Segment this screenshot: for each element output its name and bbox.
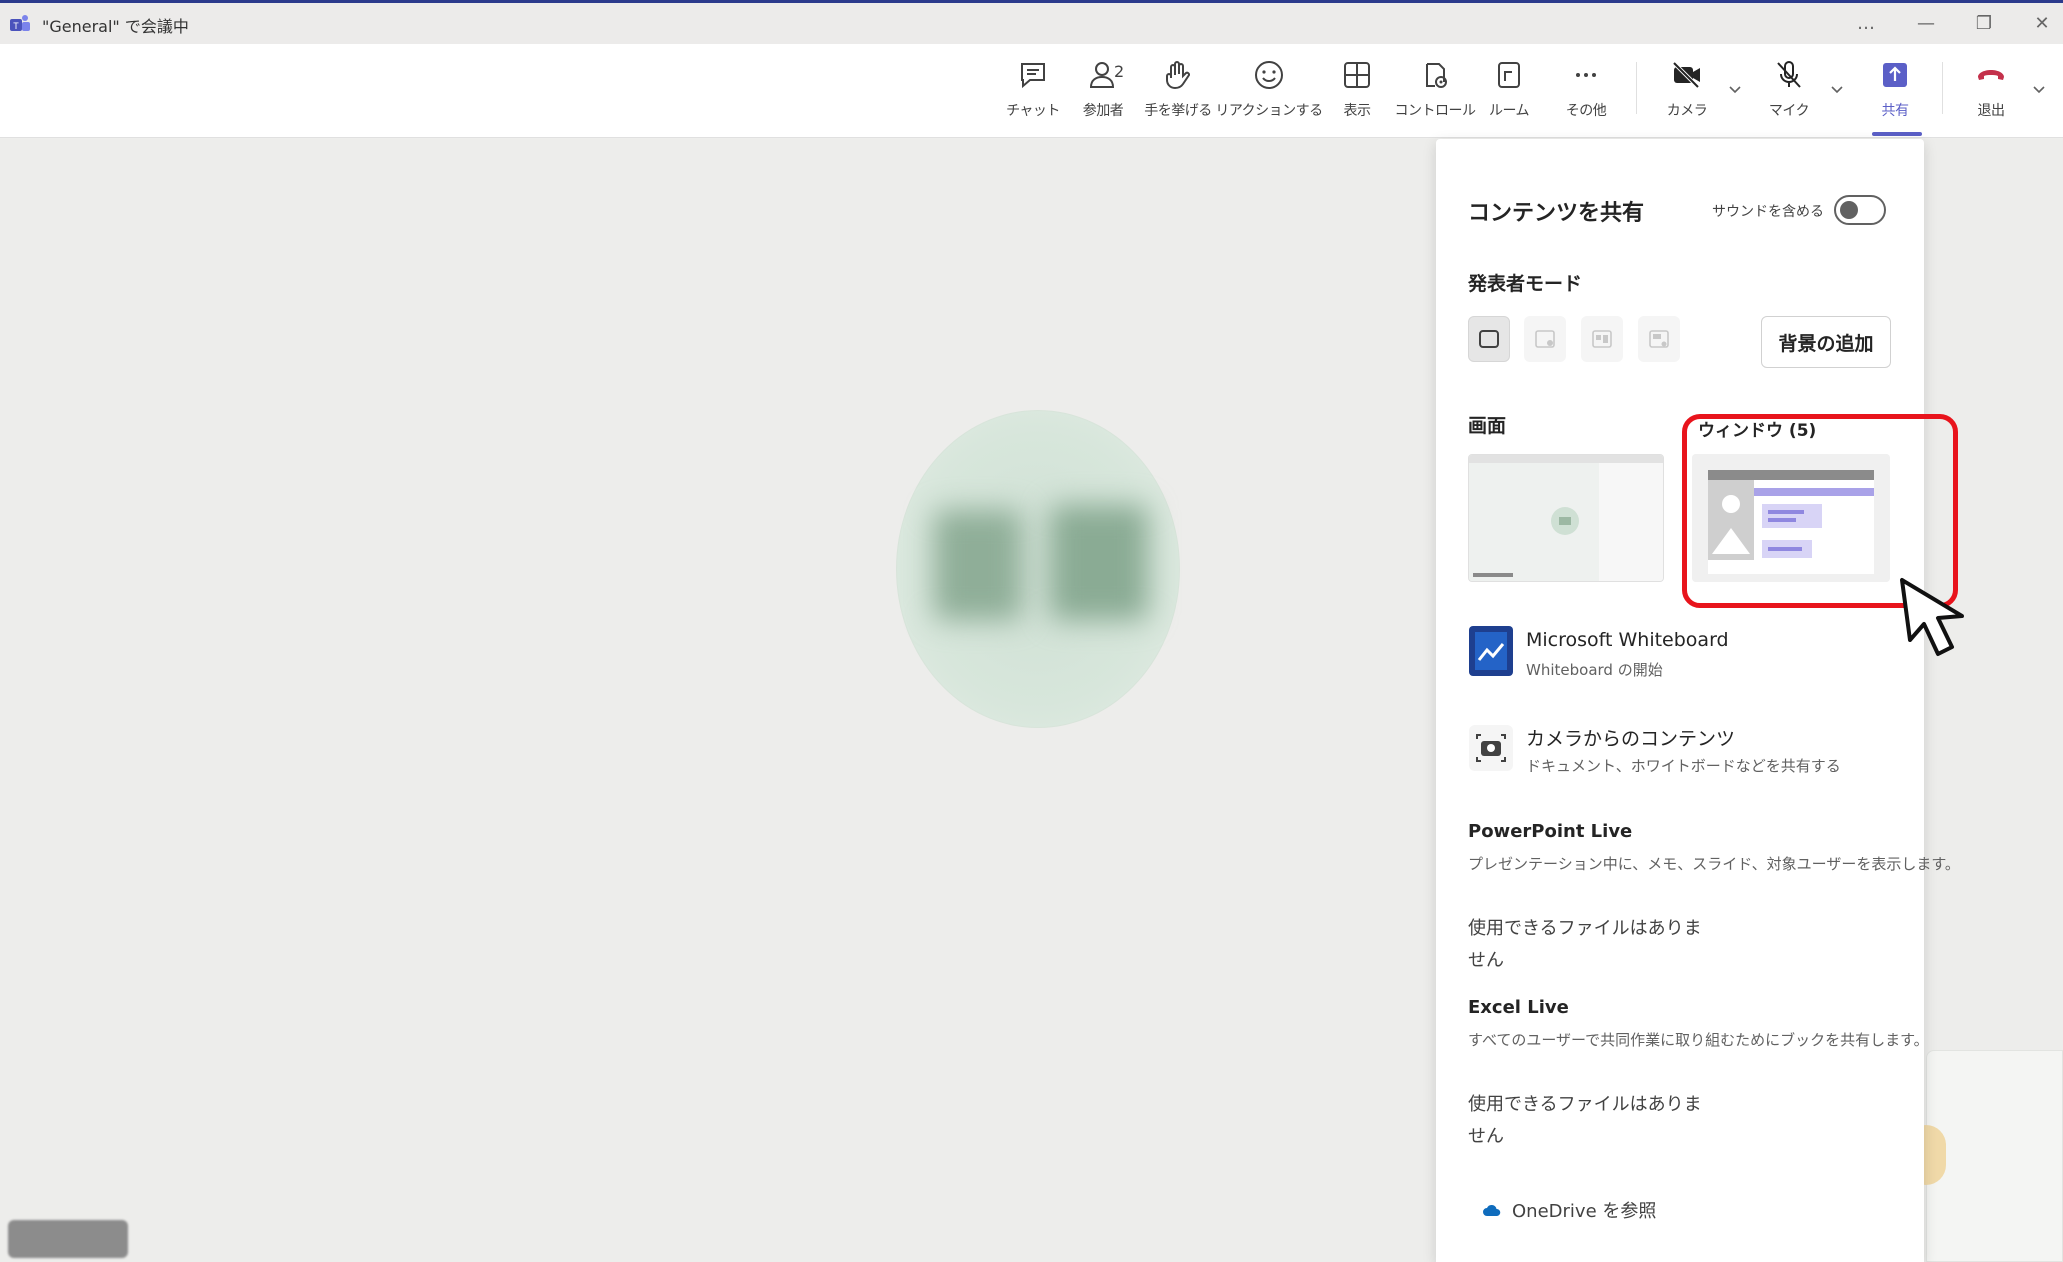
hand-icon — [1166, 61, 1190, 90]
share-content-panel: コンテンツを共有 サウンドを含める 発表者モード 背景の追加 画面 ウィンドウ … — [1436, 139, 1960, 1262]
camera-button[interactable]: カメラ — [1650, 58, 1724, 130]
title-bar: T "General" で会議中 … — ❐ ✕ — [0, 0, 2063, 44]
react-button[interactable]: リアクションする — [1215, 58, 1323, 130]
browse-onedrive-link[interactable]: OneDrive を参照 — [1482, 1197, 1656, 1223]
content-only-icon — [1479, 330, 1499, 348]
leave-button[interactable]: 退出 — [1954, 58, 2028, 130]
close-button[interactable]: ✕ — [2022, 9, 2062, 37]
people-count: 2 — [1114, 62, 1125, 81]
toolbar-separator — [1636, 62, 1637, 114]
powerpoint-live-title: PowerPoint Live — [1468, 821, 1633, 842]
meeting-toolbar: チャット 2 参加者 手を挙げる リアクションする 表示 コントロール ルーム … — [0, 44, 2063, 138]
camera-content-icon — [1469, 725, 1513, 771]
view-button[interactable]: 表示 — [1320, 58, 1394, 130]
restore-button[interactable]: ❐ — [1964, 9, 2004, 37]
presenter-mode-side-by-side[interactable] — [1581, 316, 1623, 362]
add-background-button[interactable]: 背景の追加 — [1761, 316, 1891, 368]
screen-preview-graphic — [1469, 455, 1663, 581]
minimize-button[interactable]: — — [1906, 9, 1946, 37]
whiteboard-subtitle: Whiteboard の開始 — [1526, 661, 1663, 679]
presenter-mode-standout[interactable] — [1524, 316, 1566, 362]
share-panel-title: コンテンツを共有 — [1468, 201, 1645, 226]
teams-logo-icon: T — [10, 15, 30, 31]
control-icon — [1426, 63, 1447, 88]
mouse-pointer-icon — [1900, 578, 1964, 656]
presenter-mode-reporter[interactable] — [1638, 316, 1680, 362]
camera-content-subtitle: ドキュメント、ホワイトボードなどを共有する — [1526, 757, 1841, 775]
mic-button[interactable]: マイク — [1752, 58, 1826, 130]
avatar-blurred-initial — [934, 510, 1022, 620]
include-sound-label: サウンドを含める — [1712, 204, 1824, 220]
svg-text:T: T — [13, 21, 19, 31]
control-button[interactable]: コントロール — [1395, 58, 1476, 130]
more-dots-icon — [1576, 73, 1596, 77]
powerpoint-live-subtitle: プレゼンテーション中に、メモ、スライド、対象ユーザーを表示します。 — [1468, 855, 1960, 873]
rooms-icon — [1498, 62, 1520, 88]
presenter-mode-heading: 発表者モード — [1468, 273, 1583, 295]
cloud-icon — [1483, 1204, 1501, 1216]
screen-share-thumbnail[interactable] — [1468, 454, 1664, 582]
people-button[interactable]: 2 参加者 — [1066, 58, 1140, 130]
camera-options-chevron-icon[interactable] — [1726, 80, 1744, 98]
window-title: "General" で会議中 — [42, 17, 189, 36]
rooms-button[interactable]: ルーム — [1472, 58, 1546, 130]
powerpoint-no-files-text: 使用できるファイルはありません — [1468, 918, 1702, 971]
raise-hand-button[interactable]: 手を挙げる — [1141, 58, 1215, 130]
camera-content-row[interactable] — [1468, 722, 1514, 774]
standout-mode-icon — [1535, 330, 1555, 348]
more-button[interactable]: その他 — [1549, 58, 1623, 130]
camera-content-title[interactable]: カメラからのコンテンツ — [1526, 724, 1735, 751]
whiteboard-row[interactable] — [1468, 625, 1514, 677]
grid-view-icon — [1344, 62, 1370, 88]
share-upload-icon — [1883, 63, 1907, 87]
toolbar-separator — [1942, 62, 1943, 114]
whiteboard-title[interactable]: Microsoft Whiteboard — [1526, 629, 1729, 651]
camera-off-icon — [1672, 61, 1700, 89]
mic-off-icon — [1777, 61, 1801, 88]
chat-icon — [1021, 63, 1045, 89]
more-options-button[interactable]: … — [1846, 9, 1886, 37]
reporter-mode-icon — [1649, 330, 1669, 348]
avatar-blurred-initial — [1050, 505, 1148, 620]
share-button[interactable]: 共有 — [1858, 58, 1932, 130]
self-view-card — [1926, 1050, 2063, 1262]
presenter-mode-content-only[interactable] — [1468, 316, 1510, 362]
chat-button[interactable]: チャット — [996, 58, 1070, 130]
screen-heading: 画面 — [1468, 415, 1507, 437]
share-active-indicator — [1872, 132, 1922, 136]
excel-live-title: Excel Live — [1468, 997, 1569, 1018]
excel-live-subtitle: すべてのユーザーで共同作業に取り組むためにブックを共有します。 — [1468, 1031, 1929, 1049]
smiley-icon — [1255, 61, 1283, 89]
excel-no-files-text: 使用できるファイルはありません — [1468, 1094, 1702, 1147]
mic-options-chevron-icon[interactable] — [1828, 80, 1846, 98]
participant-name-chip — [8, 1220, 128, 1258]
include-sound-toggle[interactable] — [1834, 195, 1886, 225]
side-by-side-icon — [1592, 330, 1612, 348]
hang-up-icon — [1978, 70, 2004, 80]
leave-options-chevron-icon[interactable] — [2030, 80, 2048, 98]
whiteboard-icon — [1469, 626, 1513, 676]
